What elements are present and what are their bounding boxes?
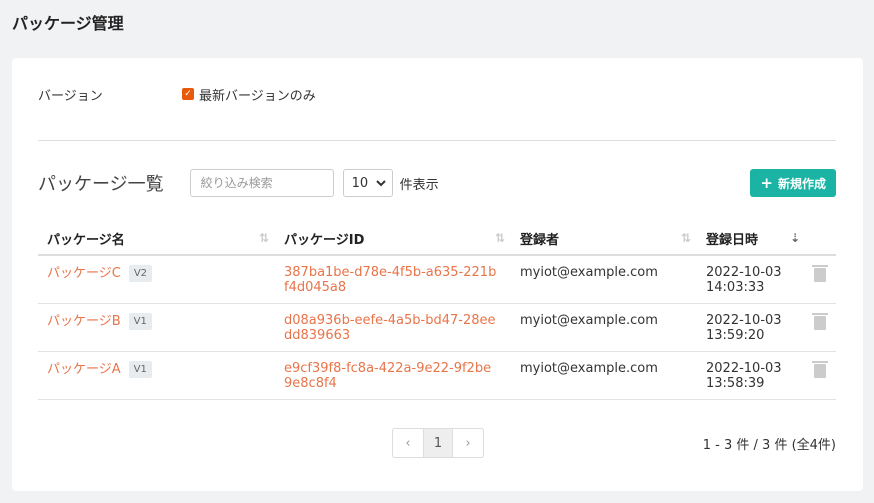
version-filter: バージョン ✓ 最新バージョンのみ — [38, 84, 316, 104]
sort-icon[interactable]: ⇅ — [259, 231, 269, 245]
registered-date: 2022-10-03 — [706, 361, 782, 376]
prev-page-button[interactable]: ‹ — [393, 429, 423, 457]
list-title: パッケージ一覧 — [38, 174, 164, 195]
column-header-label: 登録日時 — [706, 232, 759, 248]
trash-icon[interactable] — [812, 313, 828, 330]
version-badge: V2 — [128, 265, 153, 282]
registered-time: 14:03:33 — [706, 280, 765, 295]
table-row: パッケージA V1 e9cf39f8-fc8a-422a-9e22-9f2be9e… — [38, 352, 836, 400]
column-header-label: パッケージID — [284, 232, 365, 248]
column-header-registrant[interactable]: 登録者 ⇅ — [511, 222, 697, 254]
pagination: ‹ 1 › — [392, 428, 484, 458]
sort-icon[interactable]: ⇅ — [681, 231, 691, 245]
column-header-date[interactable]: 登録日時 ⇣ — [697, 222, 836, 254]
search-input[interactable] — [189, 169, 334, 197]
column-header-label: パッケージ名 — [47, 232, 125, 248]
page-size-value: 10 — [351, 175, 369, 191]
package-id-link[interactable]: e9cf39f8-fc8a-422a-9e22-9f2be9e8c8f4 — [284, 361, 499, 391]
column-header-name[interactable]: パッケージ名 ⇅ — [38, 222, 275, 254]
table-header: パッケージ名 ⇅ パッケージID ⇅ 登録者 ⇅ 登録日時 ⇣ — [38, 222, 836, 256]
next-page-button[interactable]: › — [453, 429, 483, 457]
registered-time: 13:58:39 — [706, 376, 765, 391]
trash-icon[interactable] — [812, 361, 828, 378]
package-name-link[interactable]: パッケージC — [47, 266, 121, 281]
page-size-select[interactable]: 10 — [342, 169, 393, 197]
package-card: バージョン ✓ 最新バージョンのみ パッケージ一覧 10 件表示 + 新規作成 … — [12, 58, 863, 491]
package-table: パッケージ名 ⇅ パッケージID ⇅ 登録者 ⇅ 登録日時 ⇣ パッケージC V2… — [38, 222, 836, 400]
sort-desc-icon[interactable]: ⇣ — [790, 231, 800, 245]
column-header-id[interactable]: パッケージID ⇅ — [275, 222, 511, 254]
column-header-label: 登録者 — [520, 232, 560, 248]
new-button-label: 新規作成 — [777, 176, 826, 191]
version-badge: V1 — [128, 313, 152, 330]
latest-only-label[interactable]: 最新バージョンのみ — [199, 85, 316, 104]
package-id-link[interactable]: d08a936b-eefe-4a5b-bd47-28eedd839663 — [284, 313, 499, 343]
trash-icon[interactable] — [812, 265, 828, 282]
registered-at: 2022-10-03 13:58:39 — [706, 361, 782, 399]
chevron-down-icon — [375, 179, 386, 186]
version-filter-label: バージョン — [38, 88, 103, 104]
divider — [38, 140, 836, 141]
registrant: myiot@example.com — [520, 265, 658, 280]
registered-time: 13:59:20 — [706, 328, 765, 343]
list-header: パッケージ一覧 10 件表示 + 新規作成 — [38, 168, 836, 198]
page-1-button[interactable]: 1 — [423, 429, 453, 457]
registrant: myiot@example.com — [520, 361, 658, 376]
registered-at: 2022-10-03 13:59:20 — [706, 313, 782, 351]
package-name-link[interactable]: パッケージB — [47, 314, 121, 329]
registered-at: 2022-10-03 14:03:33 — [706, 265, 782, 303]
package-id-link[interactable]: 387ba1be-d78e-4f5b-a635-221bf4d045a8 — [284, 265, 499, 295]
version-badge: V1 — [128, 361, 152, 378]
table-row: パッケージB V1 d08a936b-eefe-4a5b-bd47-28eedd8… — [38, 304, 836, 352]
table-row: パッケージC V2 387ba1be-d78e-4f5b-a635-221bf4d… — [38, 256, 836, 304]
sort-icon[interactable]: ⇅ — [495, 231, 505, 245]
plus-icon: + — [760, 173, 773, 192]
result-count: 1 - 3 件 / 3 件 (全4件) — [702, 438, 836, 453]
new-package-button[interactable]: + 新規作成 — [750, 169, 836, 197]
registered-date: 2022-10-03 — [706, 313, 782, 328]
latest-only-checkbox[interactable]: ✓ — [182, 88, 194, 100]
registered-date: 2022-10-03 — [706, 265, 782, 280]
page-title: パッケージ管理 — [12, 14, 124, 33]
package-name-link[interactable]: パッケージA — [47, 362, 121, 377]
registrant: myiot@example.com — [520, 313, 658, 328]
page-size-suffix: 件表示 — [399, 177, 439, 193]
